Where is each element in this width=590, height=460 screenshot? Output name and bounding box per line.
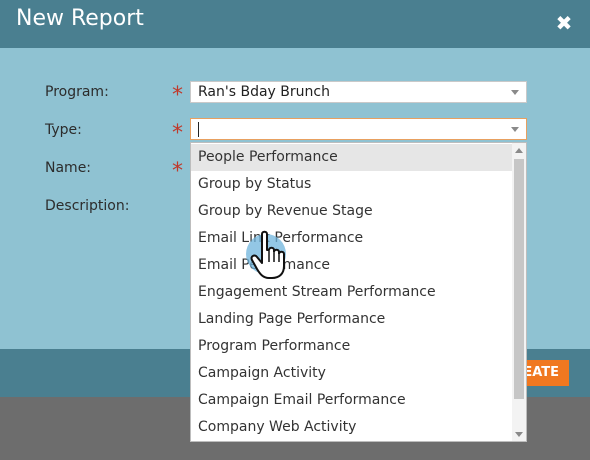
scroll-thumb[interactable] xyxy=(514,159,524,399)
text-cursor xyxy=(198,122,199,137)
dropdown-option[interactable]: Program Performance xyxy=(191,333,513,360)
description-label: Description: xyxy=(45,198,130,214)
dropdown-caret-icon xyxy=(511,127,519,132)
dialog-title: New Report xyxy=(16,6,144,31)
program-select-value: Ran's Bday Brunch xyxy=(198,84,330,100)
dropdown-option[interactable]: Email Performance xyxy=(191,252,513,279)
dialog-header: New Report ✖ xyxy=(0,0,590,48)
name-required-mark: * xyxy=(172,159,183,184)
scroll-down-arrow-icon[interactable] xyxy=(515,432,523,437)
close-icon[interactable]: ✖ xyxy=(554,11,574,35)
dropdown-option[interactable]: Group by Revenue Stage xyxy=(191,198,513,225)
dropdown-option[interactable]: Engagement Stream Performance xyxy=(191,279,513,306)
program-select[interactable]: Ran's Bday Brunch xyxy=(190,81,527,103)
dropdown-option[interactable]: People Performance xyxy=(191,144,513,171)
dropdown-option[interactable]: Email Link Performance xyxy=(191,225,513,252)
dropdown-option[interactable]: Landing Page Performance xyxy=(191,306,513,333)
name-label: Name: xyxy=(45,160,92,176)
dropdown-option[interactable]: Company Web Activity xyxy=(191,414,513,441)
dropdown-option[interactable]: Campaign Email Performance xyxy=(191,387,513,414)
dropdown-option[interactable]: Group by Status xyxy=(191,171,513,198)
dropdown-option[interactable]: Campaign Activity xyxy=(191,360,513,387)
dropdown-caret-icon xyxy=(511,90,519,95)
hand-pointer-cursor-icon xyxy=(246,230,286,279)
scroll-up-arrow-icon[interactable] xyxy=(515,148,523,153)
program-required-mark: * xyxy=(172,83,183,108)
type-required-mark: * xyxy=(172,121,183,146)
dropdown-scrollbar[interactable] xyxy=(512,143,526,441)
type-dropdown-list[interactable]: People Performance Group by Status Group… xyxy=(190,142,527,442)
type-combobox[interactable] xyxy=(190,118,527,140)
type-label: Type: xyxy=(45,122,82,138)
program-label: Program: xyxy=(45,84,109,100)
